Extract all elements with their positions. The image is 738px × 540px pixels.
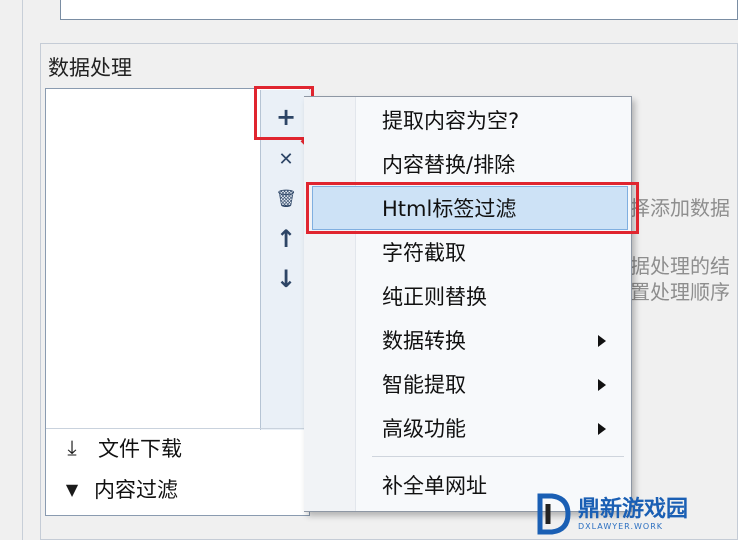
watermark-subtitle: DXLAWYER.WORK bbox=[578, 521, 663, 531]
top-input-field[interactable] bbox=[60, 0, 738, 20]
context-menu-icon-gutter bbox=[304, 97, 356, 511]
watermark-title: 鼎新游戏园 bbox=[578, 496, 689, 522]
menu-item-smart-extract[interactable]: 智能提取 bbox=[382, 364, 466, 404]
menu-item-advanced[interactable]: 高级功能 bbox=[382, 408, 466, 448]
close-icon: ✕ bbox=[278, 148, 294, 170]
menu-item-data-convert[interactable]: 数据转换 bbox=[382, 320, 466, 360]
hint-line-1: 择添加数据 bbox=[630, 196, 730, 220]
list-item-filter[interactable]: ▼ 内容过滤 bbox=[54, 474, 178, 504]
move-up-button[interactable]: ↑ bbox=[272, 225, 300, 253]
delete-button[interactable]: 🗑 bbox=[272, 185, 300, 213]
hint-line-2: 据处理的结 bbox=[630, 254, 730, 278]
trash-icon: 🗑 bbox=[275, 189, 297, 209]
menu-item-regex-replace[interactable]: 纯正则替换 bbox=[382, 276, 487, 316]
list-item-label: 文件下载 bbox=[98, 437, 182, 461]
menu-item-substring[interactable]: 字符截取 bbox=[382, 232, 466, 272]
chevron-right-icon bbox=[598, 423, 606, 435]
window-left-edge bbox=[22, 0, 23, 540]
hint-line-3: 置处理顺序 bbox=[630, 280, 730, 304]
chevron-right-icon bbox=[598, 335, 606, 347]
annotation-box-menu-item bbox=[306, 182, 639, 234]
list-item-label: 内容过滤 bbox=[94, 478, 178, 502]
list-item-download[interactable]: ⤓ 文件下载 bbox=[54, 433, 182, 463]
menu-item-empty-check[interactable]: 提取内容为空? bbox=[382, 100, 519, 140]
list-divider bbox=[46, 428, 309, 429]
filter-icon: ▼ bbox=[65, 479, 79, 499]
arrow-down-icon: ↓ bbox=[275, 265, 297, 293]
menu-item-replace-exclude[interactable]: 内容替换/排除 bbox=[382, 144, 515, 184]
section-title: 数据处理 bbox=[48, 56, 132, 80]
watermark: 鼎新游戏园 DXLAWYER.WORK bbox=[536, 488, 738, 540]
arrow-up-icon: ↑ bbox=[275, 225, 297, 253]
download-icon: ⤓ bbox=[67, 435, 77, 460]
chevron-right-icon bbox=[598, 379, 606, 391]
menu-item-complete-url[interactable]: 补全单网址 bbox=[382, 465, 487, 505]
watermark-logo-icon bbox=[537, 493, 571, 535]
move-down-button[interactable]: ↓ bbox=[272, 265, 300, 293]
menu-separator bbox=[372, 456, 624, 457]
